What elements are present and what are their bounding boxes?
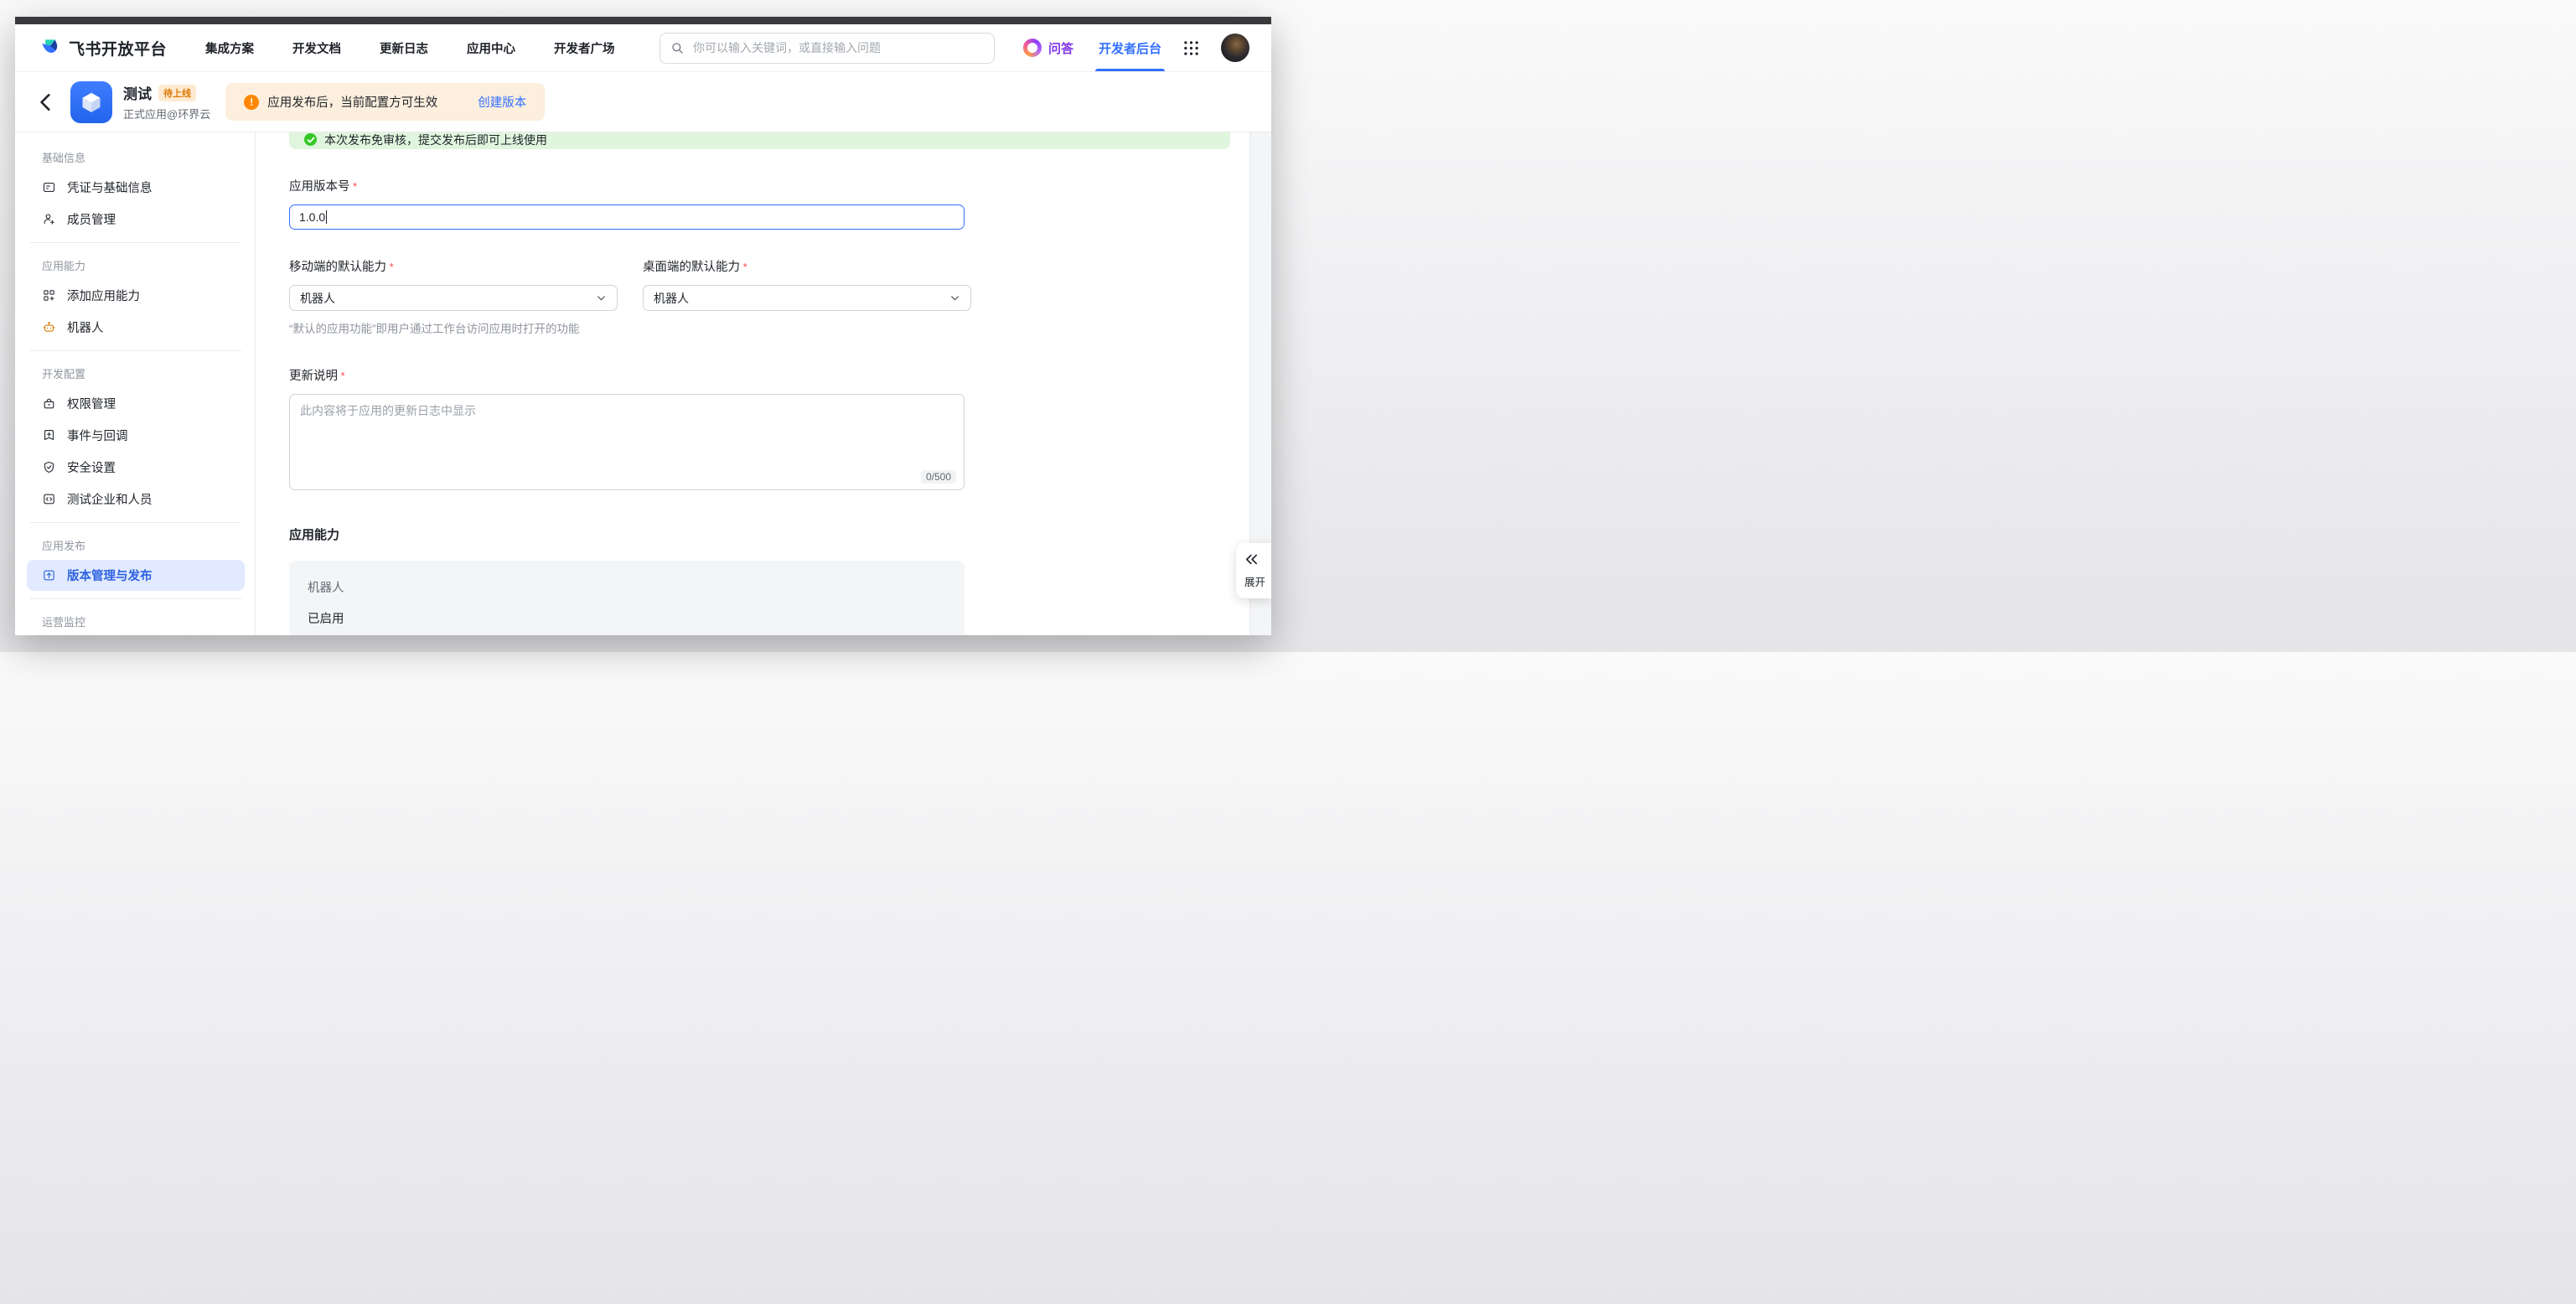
sidebar-item-label: 添加应用能力 [67, 287, 140, 304]
add-capability-icon [42, 288, 56, 303]
member-add-icon [42, 212, 56, 226]
qa-label: 问答 [1048, 39, 1073, 57]
apps-grid-icon[interactable] [1183, 40, 1199, 56]
search-input[interactable] [691, 40, 984, 55]
app-icon [70, 81, 112, 123]
app-subtitle: 正式应用@环界云 [123, 106, 210, 122]
sidebar-item-label: 凭证与基础信息 [67, 179, 153, 196]
sidebar-section-title: 应用能力 [27, 251, 245, 279]
nav-item-1[interactable]: 开发文档 [292, 39, 341, 57]
success-banner-text: 本次发布免审核，提交发布后即可上线使用 [324, 132, 547, 148]
sidebar-divider [30, 598, 241, 599]
sidebar-section-title: 开发配置 [27, 359, 245, 387]
sidebar-item-label: 成员管理 [67, 210, 116, 228]
text-caret [326, 210, 327, 224]
capability-status: 已启用 [308, 609, 946, 627]
qa-icon [1023, 39, 1042, 57]
feishu-logo[interactable]: 飞书开放平台 [39, 37, 167, 60]
expand-panel-button[interactable]: 展开 [1236, 543, 1271, 598]
sidebar-item-lock[interactable]: 权限管理 [27, 388, 245, 419]
mobile-capability-select[interactable]: 机器人 [289, 285, 618, 311]
sidebar-section-title: 基础信息 [27, 142, 245, 171]
nav-item-3[interactable]: 应用中心 [467, 39, 515, 57]
publish-icon [42, 568, 56, 582]
nav-item-2[interactable]: 更新日志 [380, 39, 428, 57]
browser-window: 飞书开放平台 集成方案 开发文档 更新日志 应用中心 开发者广场 问答 开发者后台 [15, 17, 1271, 635]
sidebar-item-label: 机器人 [67, 318, 104, 336]
user-avatar[interactable] [1221, 34, 1249, 62]
cube-icon [76, 87, 106, 117]
developer-console-tab[interactable]: 开发者后台 [1099, 24, 1161, 71]
double-chevron-left-icon [1244, 552, 1259, 567]
sidebar-item-label: 事件与回调 [67, 427, 128, 444]
sidebar-item-member-add[interactable]: 成员管理 [27, 204, 245, 235]
sidebar-item-add-capability[interactable]: 添加应用能力 [27, 280, 245, 311]
back-button[interactable] [35, 91, 57, 113]
sidebar-section-title: 运营监控 [27, 607, 245, 635]
search-box[interactable] [660, 33, 995, 64]
app-name: 测试 [123, 82, 152, 103]
version-label: 应用版本号 [289, 177, 1249, 194]
version-value: 1.0.0 [299, 210, 325, 224]
developer-console-label: 开发者后台 [1099, 39, 1161, 57]
warning-icon: ! [244, 95, 259, 110]
update-notes-placeholder: 此内容将于应用的更新日志中显示 [300, 404, 476, 417]
create-version-link[interactable]: 创建版本 [478, 93, 526, 111]
warning-text: 应用发布后，当前配置方可生效 [267, 93, 437, 111]
sidebar-item-label: 权限管理 [67, 395, 116, 412]
event-callback-icon [42, 428, 56, 442]
desktop-capability-select[interactable]: 机器人 [643, 285, 971, 311]
feishu-logo-icon [39, 37, 61, 60]
sidebar: 基础信息凭证与基础信息成员管理应用能力添加应用能力机器人开发配置权限管理事件与回… [15, 132, 256, 635]
app-header: 测试 待上线 正式应用@环界云 ! 应用发布后，当前配置方可生效 创建版本 [15, 72, 1271, 132]
back-chevron-icon [35, 91, 57, 113]
lock-icon [42, 396, 56, 411]
content-panel: 本次发布免审核，提交发布后即可上线使用 应用版本号 1.0.0 移动端的默认能力… [256, 132, 1249, 635]
success-check-icon [304, 133, 317, 146]
code-box-icon [42, 492, 56, 506]
sidebar-item-robot[interactable]: 机器人 [27, 312, 245, 343]
sidebar-item-label: 测试企业和人员 [67, 490, 153, 508]
sidebar-item-publish[interactable]: 版本管理与发布 [27, 560, 245, 591]
app-capability-panel: 机器人 已启用 [289, 561, 965, 635]
status-badge: 待上线 [158, 85, 196, 101]
shield-check-icon [42, 460, 56, 474]
warning-banner: ! 应用发布后，当前配置方可生效 创建版本 [225, 83, 545, 121]
update-notes-textarea[interactable]: 此内容将于应用的更新日志中显示 0/500 [289, 394, 965, 490]
window-title-strip [15, 17, 1271, 24]
nav-item-0[interactable]: 集成方案 [205, 39, 254, 57]
sidebar-divider [30, 350, 241, 351]
capability-hint: “默认的应用功能”即用户通过工作台访问应用时打开的功能 [289, 319, 618, 336]
qa-link[interactable]: 问答 [1023, 39, 1073, 57]
chevron-down-icon [596, 292, 607, 303]
version-input[interactable]: 1.0.0 [289, 204, 965, 230]
expand-label: 展开 [1244, 573, 1265, 589]
top-navbar: 飞书开放平台 集成方案 开发文档 更新日志 应用中心 开发者广场 问答 开发者后台 [15, 24, 1271, 72]
mobile-capability-label: 移动端的默认能力 [289, 257, 618, 275]
nav-item-4[interactable]: 开发者广场 [554, 39, 615, 57]
sidebar-item-event-callback[interactable]: 事件与回调 [27, 420, 245, 451]
id-card-icon [42, 180, 56, 194]
app-capability-heading: 应用能力 [289, 525, 1249, 543]
char-counter: 0/500 [921, 470, 956, 484]
chevron-down-icon [949, 292, 960, 303]
success-banner: 本次发布免审核，提交发布后即可上线使用 [289, 132, 1230, 149]
sidebar-section-title: 应用发布 [27, 530, 245, 559]
logo-text: 飞书开放平台 [69, 37, 167, 60]
update-notes-label: 更新说明 [289, 366, 1249, 384]
sidebar-item-code-box[interactable]: 测试企业和人员 [27, 484, 245, 515]
sidebar-divider [30, 522, 241, 523]
sidebar-item-id-card[interactable]: 凭证与基础信息 [27, 172, 245, 203]
sidebar-item-label: 安全设置 [67, 458, 116, 476]
search-icon [670, 41, 684, 54]
sidebar-divider [30, 242, 241, 243]
desktop-capability-label: 桌面端的默认能力 [643, 257, 971, 275]
sidebar-item-shield-check[interactable]: 安全设置 [27, 452, 245, 483]
app-meta: 测试 待上线 正式应用@环界云 [123, 82, 210, 122]
robot-icon [42, 320, 56, 334]
capability-name: 机器人 [308, 578, 946, 596]
nav-menu: 集成方案 开发文档 更新日志 应用中心 开发者广场 [205, 39, 615, 57]
sidebar-item-label: 版本管理与发布 [67, 567, 153, 584]
main-area: 基础信息凭证与基础信息成员管理应用能力添加应用能力机器人开发配置权限管理事件与回… [15, 132, 1271, 635]
